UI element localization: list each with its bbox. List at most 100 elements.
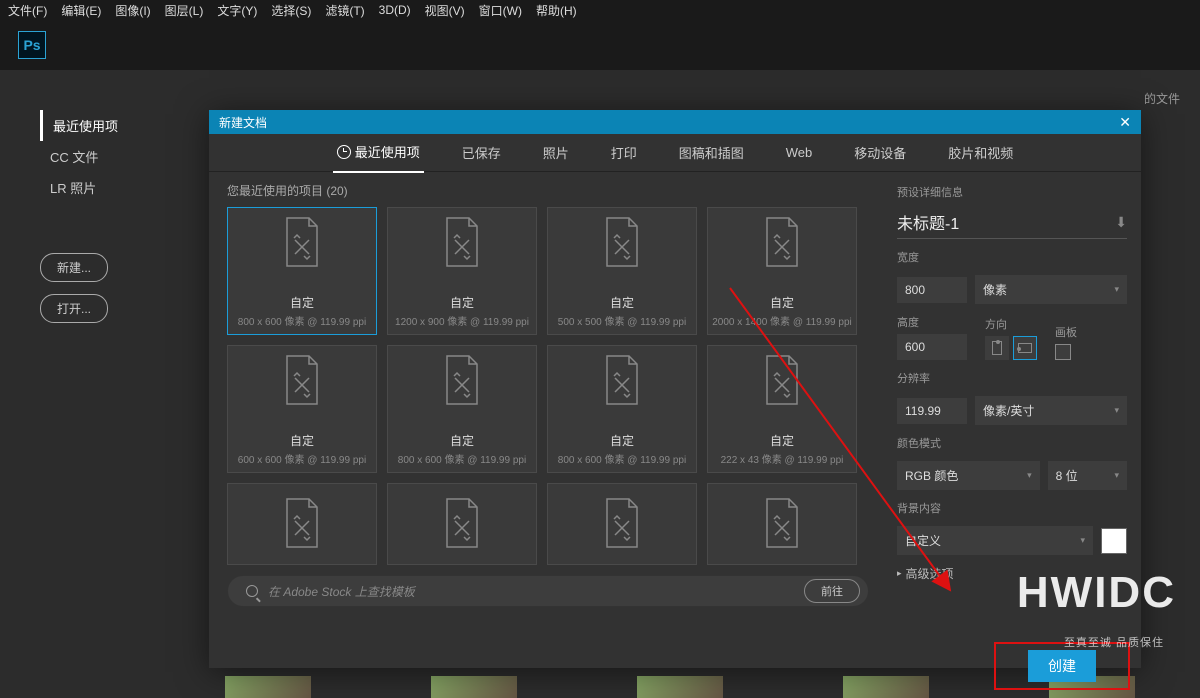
- preset-card[interactable]: 自定 2000 x 1400 像素 @ 119.99 ppi: [707, 207, 857, 335]
- thumb: [225, 676, 311, 698]
- document-icon: [601, 216, 643, 271]
- tab-mobile[interactable]: 移动设备: [850, 133, 910, 172]
- menu-filter[interactable]: 滤镜(T): [325, 2, 364, 19]
- document-icon: [601, 497, 643, 552]
- thumb: [843, 676, 929, 698]
- height-label: 高度: [897, 314, 967, 330]
- preset-card[interactable]: 自定 500 x 500 像素 @ 119.99 ppi: [547, 207, 697, 335]
- menu-text[interactable]: 文字(Y): [217, 2, 257, 19]
- preset-specs: 500 x 500 像素 @ 119.99 ppi: [558, 313, 686, 328]
- document-icon: [281, 354, 323, 409]
- menu-view[interactable]: 视图(V): [425, 2, 465, 19]
- save-preset-icon[interactable]: ⬇: [1115, 214, 1127, 231]
- dialog-titlebar: 新建文档 ✕: [209, 110, 1141, 134]
- chevron-down-icon: ▾: [1114, 470, 1119, 481]
- preset-card[interactable]: 自定 800 x 600 像素 @ 119.99 ppi: [227, 207, 377, 335]
- preset-card[interactable]: 自定 600 x 600 像素 @ 119.99 ppi: [227, 345, 377, 473]
- width-input[interactable]: [897, 277, 967, 303]
- open-button[interactable]: 打开...: [40, 294, 108, 323]
- nav-recent[interactable]: 最近使用项: [40, 110, 180, 141]
- menu-image[interactable]: 图像(I): [115, 2, 150, 19]
- dialog-title: 新建文档: [219, 114, 267, 131]
- resolution-label: 分辨率: [897, 370, 1127, 386]
- preset-card[interactable]: [387, 483, 537, 565]
- nav-lr-photos[interactable]: LR 照片: [40, 172, 180, 203]
- new-document-dialog: 新建文档 ✕ 最近使用项 已保存 照片 打印 图稿和插图 Web 移动设备 胶片…: [209, 110, 1141, 668]
- preset-label: 自定: [290, 294, 314, 311]
- resolution-input[interactable]: [897, 398, 967, 424]
- chevron-down-icon: ▾: [1027, 470, 1032, 481]
- menu-file[interactable]: 文件(F): [8, 2, 47, 19]
- document-icon: [441, 216, 483, 271]
- preset-card[interactable]: [707, 483, 857, 565]
- document-icon: [601, 354, 643, 409]
- tab-art[interactable]: 图稿和插图: [675, 133, 748, 172]
- tab-photo[interactable]: 照片: [539, 133, 573, 172]
- search-placeholder: 在 Adobe Stock 上查找模板: [268, 583, 794, 600]
- orientation-label: 方向: [985, 316, 1037, 332]
- background-select[interactable]: 自定义 ▾: [897, 526, 1093, 555]
- document-title[interactable]: 未标题-1: [897, 210, 959, 234]
- presets-area: 您最近使用的项目 (20) 自定 800 x 600 像素 @ 119.99 p…: [209, 172, 883, 668]
- preset-specs: 1200 x 900 像素 @ 119.99 ppi: [395, 313, 529, 328]
- preset-card[interactable]: 自定 800 x 600 像素 @ 119.99 ppi: [547, 345, 697, 473]
- orientation-landscape[interactable]: [1013, 336, 1037, 360]
- tab-web[interactable]: Web: [782, 135, 817, 170]
- tab-saved[interactable]: 已保存: [458, 133, 505, 172]
- preset-label: 自定: [770, 294, 794, 311]
- width-unit-select[interactable]: 像素 ▾: [975, 275, 1127, 304]
- go-button[interactable]: 前往: [804, 579, 860, 603]
- preset-card[interactable]: [547, 483, 697, 565]
- stock-search-bar[interactable]: 在 Adobe Stock 上查找模板 前往: [227, 575, 869, 607]
- menu-edit[interactable]: 编辑(E): [61, 2, 101, 19]
- preset-specs: 222 x 43 像素 @ 119.99 ppi: [721, 451, 844, 466]
- resolution-unit-select[interactable]: 像素/英寸 ▾: [975, 396, 1127, 425]
- menu-select[interactable]: 选择(S): [271, 2, 311, 19]
- chevron-down-icon: ▾: [1114, 405, 1119, 416]
- background-value: 自定义: [905, 532, 941, 549]
- orientation-portrait[interactable]: [985, 336, 1009, 360]
- chevron-down-icon: ▾: [1080, 535, 1085, 546]
- background-color-swatch[interactable]: [1101, 528, 1127, 554]
- close-icon[interactable]: ✕: [1119, 114, 1131, 131]
- ps-logo-icon: Ps: [18, 31, 46, 59]
- app-header: Ps: [0, 20, 1200, 70]
- resolution-unit-label: 像素/英寸: [983, 402, 1034, 419]
- start-left-panel: 最近使用项 CC 文件 LR 照片 新建... 打开...: [40, 110, 180, 323]
- preset-specs: 800 x 600 像素 @ 119.99 ppi: [238, 313, 366, 328]
- document-icon: [761, 216, 803, 271]
- dialog-body: 您最近使用的项目 (20) 自定 800 x 600 像素 @ 119.99 p…: [209, 172, 1141, 668]
- document-icon: [281, 216, 323, 271]
- menu-window[interactable]: 窗口(W): [479, 2, 522, 19]
- bit-depth-select[interactable]: 8 位 ▾: [1048, 461, 1127, 490]
- nav-cc-files[interactable]: CC 文件: [40, 141, 180, 172]
- preset-card[interactable]: 自定 800 x 600 像素 @ 119.99 ppi: [387, 345, 537, 473]
- preset-specs: 800 x 600 像素 @ 119.99 ppi: [398, 451, 526, 466]
- tab-recent[interactable]: 最近使用项: [333, 132, 424, 173]
- color-mode-value: RGB 颜色: [905, 467, 958, 484]
- preset-card[interactable]: [227, 483, 377, 565]
- chevron-right-icon: ▸: [897, 568, 902, 579]
- tab-film[interactable]: 胶片和视频: [944, 133, 1017, 172]
- artboard-checkbox[interactable]: [1055, 344, 1071, 360]
- preset-specs: 2000 x 1400 像素 @ 119.99 ppi: [712, 313, 852, 328]
- preset-label: 自定: [610, 294, 634, 311]
- recent-items-label: 您最近使用的项目 (20): [227, 182, 869, 199]
- bit-depth-value: 8 位: [1056, 467, 1078, 484]
- color-mode-label: 颜色模式: [897, 435, 1127, 451]
- menu-layer[interactable]: 图层(L): [165, 2, 204, 19]
- create-button[interactable]: 创建: [1028, 650, 1096, 682]
- document-icon: [281, 497, 323, 552]
- bg-text: 的文件: [1144, 90, 1180, 107]
- menu-help[interactable]: 帮助(H): [536, 2, 577, 19]
- chevron-down-icon: ▾: [1114, 284, 1119, 295]
- menu-3d[interactable]: 3D(D): [379, 3, 411, 17]
- new-button[interactable]: 新建...: [40, 253, 108, 282]
- height-input[interactable]: [897, 334, 967, 360]
- color-mode-select[interactable]: RGB 颜色 ▾: [897, 461, 1040, 490]
- preset-card[interactable]: 自定 222 x 43 像素 @ 119.99 ppi: [707, 345, 857, 473]
- dialog-tabs: 最近使用项 已保存 照片 打印 图稿和插图 Web 移动设备 胶片和视频: [209, 134, 1141, 172]
- preset-label: 自定: [450, 432, 474, 449]
- preset-card[interactable]: 自定 1200 x 900 像素 @ 119.99 ppi: [387, 207, 537, 335]
- tab-print[interactable]: 打印: [607, 133, 641, 172]
